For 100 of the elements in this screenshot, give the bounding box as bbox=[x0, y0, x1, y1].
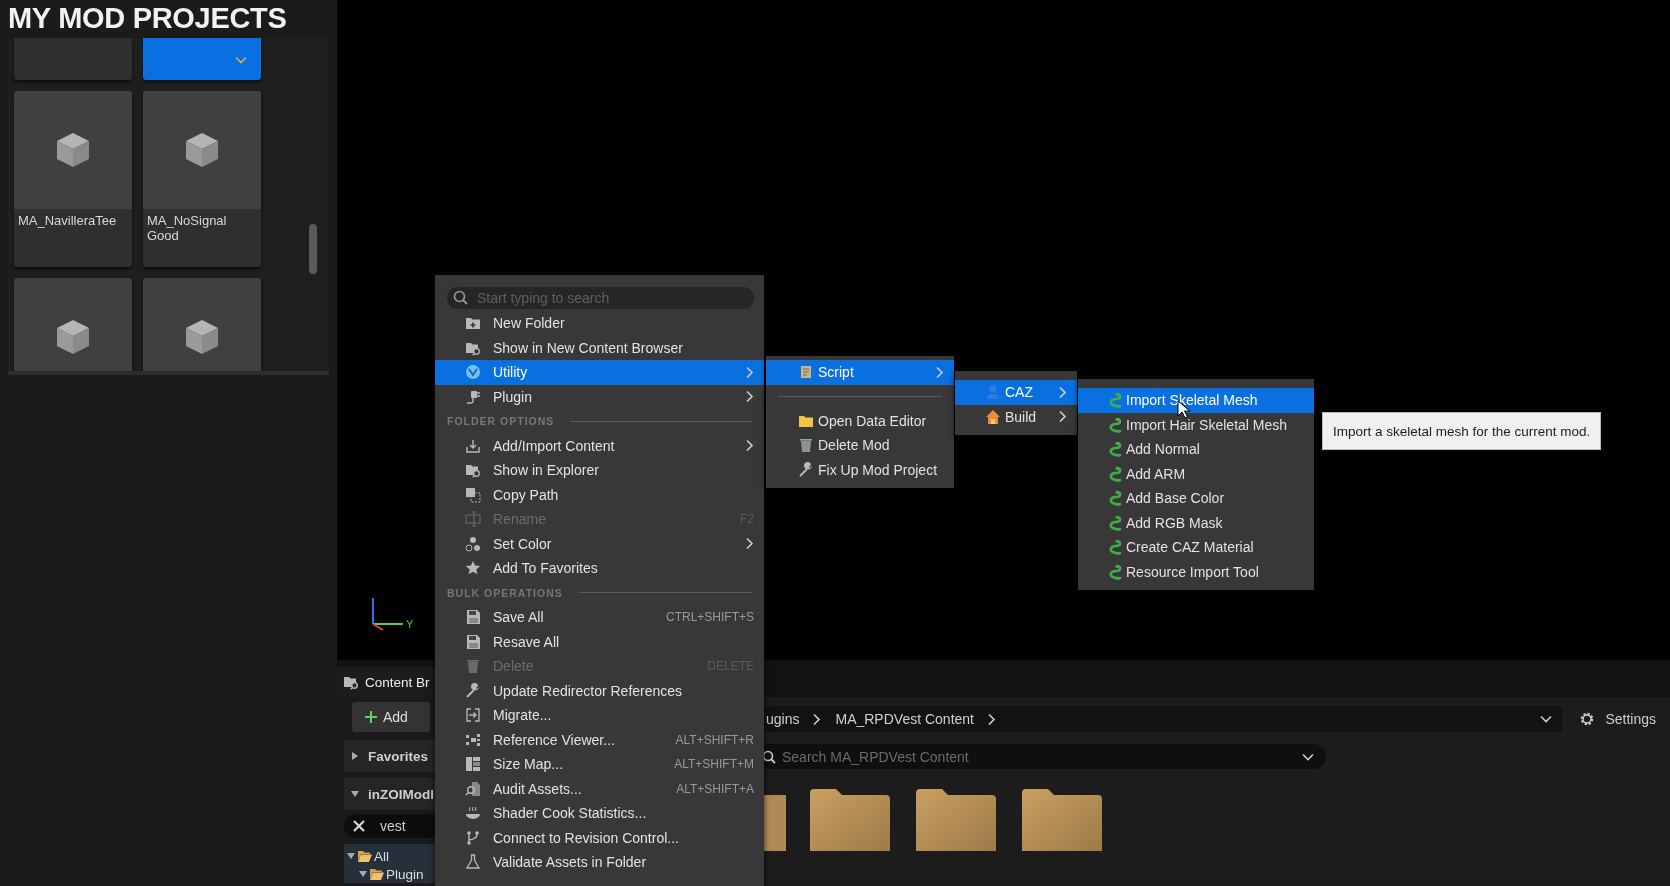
tooltip: Import a skeletal mesh for the current mod. bbox=[1322, 412, 1602, 450]
asset-tile[interactable]: MA_NavilleraTee bbox=[14, 91, 132, 267]
close-icon bbox=[352, 819, 366, 833]
menu-item[interactable]: Add ARM bbox=[1078, 461, 1314, 486]
trash-icon bbox=[465, 658, 481, 675]
settings-button[interactable]: Settings bbox=[1562, 704, 1670, 734]
menu-item[interactable]: Add RGB Mask bbox=[1078, 510, 1314, 535]
section-header: BULK OPERATIONS bbox=[447, 586, 563, 599]
menu-item[interactable]: Create CAZ Material bbox=[1078, 535, 1314, 560]
menu-item[interactable]: Connect to Revision Control... bbox=[435, 825, 764, 850]
section-header[interactable]: inZOIModl bbox=[344, 778, 435, 810]
section-header: FOLDER OPTIONS bbox=[447, 415, 555, 428]
menu-item[interactable]: Audit Assets... ALT+SHIFT+A bbox=[435, 776, 764, 801]
tree-item[interactable]: All bbox=[346, 847, 435, 865]
folder-search-icon bbox=[465, 462, 481, 479]
grid-icon bbox=[465, 756, 481, 773]
menu-item[interactable]: Add Base Color bbox=[1078, 486, 1314, 511]
star-icon bbox=[465, 560, 481, 577]
menu-item[interactable]: Import Hair Skeletal Mesh bbox=[1078, 412, 1314, 437]
chevron-down-icon bbox=[235, 56, 247, 64]
menu-item[interactable]: Show in Explorer bbox=[435, 458, 764, 483]
menu-item[interactable]: Set Color bbox=[435, 531, 764, 556]
menu-item[interactable]: Add To Favorites bbox=[435, 556, 764, 581]
tray-arrow-icon bbox=[465, 437, 481, 454]
chevron-down-icon bbox=[1302, 753, 1314, 761]
folder-plus-icon bbox=[465, 315, 481, 332]
folder-icon bbox=[1022, 789, 1102, 851]
menu-item[interactable]: Open Data Editor bbox=[766, 408, 954, 433]
tree-item[interactable]: Plugin bbox=[358, 865, 435, 883]
menu-item[interactable]: Shader Cook Statistics... bbox=[435, 801, 764, 826]
branch-icon bbox=[465, 829, 481, 846]
chevron-icon bbox=[986, 712, 996, 726]
asset-tile[interactable]: MA_NoSignal Good bbox=[143, 91, 261, 267]
menu-item[interactable]: Script bbox=[766, 360, 954, 385]
filter-field[interactable]: vest bbox=[344, 814, 435, 838]
menu-item[interactable]: Update Redirector References bbox=[435, 678, 764, 703]
chevron-icon bbox=[744, 365, 754, 379]
shortcut-label: ALT+SHIFT+A bbox=[676, 781, 754, 796]
trash-can-icon bbox=[798, 437, 814, 454]
chevron-icon bbox=[1057, 385, 1067, 399]
overlay-title: MY MOD PROJECTS bbox=[7, 1, 288, 36]
scrollbar[interactable] bbox=[309, 224, 317, 274]
menu-item[interactable]: Validate Assets in Folder bbox=[435, 850, 764, 875]
section-header[interactable]: Favorites bbox=[344, 740, 435, 772]
chevron-icon bbox=[744, 537, 754, 551]
menu-item[interactable]: Fix Up Mod Project bbox=[766, 457, 954, 482]
asset-tile[interactable] bbox=[14, 38, 132, 80]
chevron-icon bbox=[811, 712, 822, 726]
menu-item[interactable]: Delete Mod bbox=[766, 433, 954, 458]
copy-icon bbox=[465, 486, 481, 503]
menu-item[interactable]: Build bbox=[955, 404, 1077, 429]
menu-item[interactable]: Copy Path bbox=[435, 482, 764, 507]
save-icon bbox=[465, 609, 481, 626]
arrow-box-icon bbox=[465, 707, 481, 724]
breadcrumb[interactable]: MA_RPDVest Content bbox=[835, 711, 974, 727]
search-icon bbox=[762, 750, 776, 764]
chevron-icon bbox=[934, 365, 944, 379]
shortcut-label: ALT+SHIFT+M bbox=[674, 757, 754, 772]
asset-name: MA_NavilleraTee bbox=[18, 213, 118, 228]
menu-item[interactable]: New Folder bbox=[435, 311, 764, 336]
save-icon bbox=[465, 633, 481, 650]
menu-item[interactable]: CAZ bbox=[955, 380, 1077, 405]
asset-tile[interactable] bbox=[143, 38, 261, 80]
shield-icon bbox=[465, 364, 481, 381]
circles-icon bbox=[465, 535, 481, 552]
axis-label: Y bbox=[406, 618, 414, 630]
folder-search-icon bbox=[343, 674, 359, 690]
menu-item[interactable]: Import Skeletal Mesh bbox=[1078, 388, 1314, 413]
nodes-icon bbox=[465, 731, 481, 748]
menu-item[interactable]: Add Normal bbox=[1078, 437, 1314, 462]
scroll-icon bbox=[798, 364, 814, 381]
chevron-icon bbox=[744, 390, 754, 404]
magnifier-page-icon bbox=[465, 780, 481, 797]
menu-item[interactable]: Resource Import Tool bbox=[1078, 559, 1314, 584]
menu-item[interactable]: Add/Import Content bbox=[435, 433, 764, 458]
search-icon bbox=[453, 290, 469, 306]
add-button[interactable]: Add bbox=[352, 702, 430, 732]
breadcrumb[interactable]: ugins bbox=[766, 711, 800, 727]
bowl-icon bbox=[465, 805, 481, 822]
panel-tab[interactable]: Content Br bbox=[337, 667, 438, 697]
wrench-icon bbox=[465, 682, 481, 699]
plus-icon bbox=[364, 710, 378, 724]
menu-item[interactable]: Resave All bbox=[435, 629, 764, 654]
flask-icon bbox=[465, 854, 481, 871]
folder-icon bbox=[916, 789, 996, 851]
chevron-icon bbox=[1057, 410, 1067, 424]
caret-icon bbox=[350, 751, 360, 761]
wrench-icon bbox=[798, 461, 814, 478]
folder-icon bbox=[369, 866, 385, 882]
shortcut-label: ALT+SHIFT+R bbox=[675, 732, 754, 747]
menu-item[interactable]: Plugin bbox=[435, 384, 764, 409]
menu-item[interactable]: Show in New Content Browser bbox=[435, 335, 764, 360]
house-icon bbox=[985, 408, 1001, 425]
menu-item[interactable]: Utility bbox=[435, 360, 764, 385]
folder-icon bbox=[810, 789, 890, 851]
menu-item[interactable]: Save All CTRL+SHIFT+S bbox=[435, 605, 764, 630]
chevron-icon bbox=[744, 439, 754, 453]
text-cursor-icon bbox=[465, 511, 481, 528]
caret-icon bbox=[350, 789, 360, 799]
search-field[interactable]: Start typing to search bbox=[447, 287, 754, 309]
